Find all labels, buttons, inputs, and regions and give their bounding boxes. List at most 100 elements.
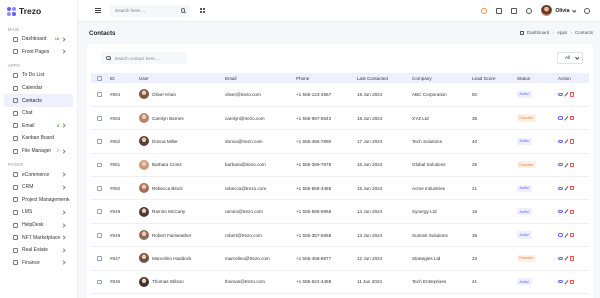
delete-trash-icon[interactable]	[570, 115, 574, 121]
row-checkbox[interactable]	[97, 186, 102, 191]
sidebar-item-chat[interactable]: Chat	[4, 107, 73, 120]
edit-pencil-icon[interactable]	[564, 139, 569, 144]
edit-pencil-icon[interactable]	[564, 92, 569, 97]
edit-pencil-icon[interactable]	[564, 279, 569, 284]
table-row[interactable]: #849 Robert Fairweather robert@trezo.com…	[91, 223, 589, 248]
col-header-id[interactable]: ID	[110, 73, 139, 83]
col-header-company[interactable]: Company	[412, 73, 472, 83]
edit-pencil-icon[interactable]	[564, 209, 569, 214]
table-row[interactable]: #850 Rebecca Block rebecca@trezo.com +1 …	[91, 176, 589, 201]
breadcrumb-dashboard[interactable]: Dashboard	[527, 30, 549, 35]
sidebar-item-finance[interactable]: Finance	[4, 257, 73, 270]
sidebar-item-helpdesk[interactable]: HelpDesk	[4, 219, 73, 232]
delete-trash-icon[interactable]	[570, 279, 574, 284]
contact-user[interactable]: Thomas Wilson	[139, 276, 225, 287]
language-icon[interactable]	[496, 7, 503, 14]
table-row[interactable]: #846 Thomas Wilson thomas@trezo.com +1 5…	[91, 270, 589, 295]
edit-pencil-icon[interactable]	[564, 256, 569, 261]
contact-user[interactable]: Robert Fairweather	[139, 230, 225, 241]
contact-email[interactable]: carolyn@trezo.com	[225, 106, 296, 131]
contact-email[interactable]: ramiro@trezo.com	[225, 199, 296, 224]
sidebar-item-calendar[interactable]: Calendar	[4, 82, 73, 95]
table-row[interactable]: #852 Donna Miller donna@trezo.com +1 555…	[91, 129, 589, 154]
contact-email[interactable]: oliver@trezo.com	[225, 83, 296, 107]
contact-user[interactable]: Barbara Cross	[139, 159, 225, 170]
delete-trash-icon[interactable]	[570, 139, 574, 144]
row-checkbox[interactable]	[97, 256, 102, 262]
view-eye-icon[interactable]	[558, 256, 563, 261]
row-checkbox[interactable]	[97, 139, 102, 145]
sidebar-item-project-management[interactable]: Project Management	[4, 194, 73, 207]
table-row[interactable]: #854 Oliver Khan oliver@trezo.com +1 555…	[91, 83, 589, 107]
contact-user[interactable]: Donna Miller	[139, 136, 225, 147]
table-row[interactable]: #851 Barbara Cross barbara@trezo.com +1 …	[91, 153, 589, 178]
view-eye-icon[interactable]	[558, 233, 563, 237]
row-checkbox[interactable]	[97, 115, 102, 121]
contact-user[interactable]: Carolyn Barnes	[139, 113, 225, 124]
sidebar-item-email[interactable]: Email 3	[4, 120, 73, 133]
table-row[interactable]: #853 Carolyn Barnes carolyn@trezo.com +1…	[91, 106, 589, 131]
col-header-last-contacted[interactable]: Last Contacted	[357, 73, 412, 83]
row-checkbox[interactable]	[97, 232, 102, 238]
sidebar-item-lms[interactable]: LMS	[4, 206, 73, 219]
user-menu[interactable]: Olivia	[541, 5, 576, 16]
col-header-email[interactable]: Email	[225, 73, 296, 83]
contact-user[interactable]: Rebecca Block	[139, 183, 225, 194]
global-search-input[interactable]: Search here.....	[110, 4, 190, 17]
view-eye-icon[interactable]	[558, 280, 563, 284]
col-header-lead-score[interactable]: Lead Score	[472, 73, 517, 83]
row-checkbox[interactable]	[97, 92, 102, 98]
row-checkbox[interactable]	[97, 162, 102, 168]
menu-toggle-icon[interactable]	[95, 8, 101, 13]
col-header-user[interactable]: User	[139, 73, 225, 83]
delete-trash-icon[interactable]	[570, 186, 574, 191]
table-row[interactable]: #847 Marcelino Haddock marcelino@trezo.c…	[91, 246, 589, 271]
view-eye-icon[interactable]	[558, 92, 563, 97]
sidebar-item-front-pages[interactable]: Front Pages	[4, 46, 73, 59]
delete-trash-icon[interactable]	[570, 256, 574, 261]
view-eye-icon[interactable]	[558, 139, 563, 144]
theme-toggle-icon[interactable]	[481, 7, 488, 14]
status-filter-select[interactable]: All	[557, 52, 583, 64]
notification-bell-icon[interactable]	[526, 7, 533, 14]
sidebar-item-real-estate[interactable]: Real Estate	[4, 244, 73, 257]
delete-trash-icon[interactable]	[570, 162, 574, 167]
edit-pencil-icon[interactable]	[564, 186, 569, 191]
sidebar-item-dashboard[interactable]: Dashboard 18	[4, 33, 73, 46]
select-all-checkbox[interactable]	[97, 75, 102, 81]
col-header-phone[interactable]: Phone	[296, 73, 357, 83]
contact-user[interactable]: Oliver Khan	[139, 89, 225, 100]
fullscreen-icon[interactable]	[511, 7, 518, 14]
row-checkbox[interactable]	[97, 279, 102, 285]
contact-user[interactable]: Ramiro McCarty	[139, 206, 225, 217]
apps-grid-icon[interactable]	[200, 8, 205, 13]
edit-pencil-icon[interactable]	[564, 232, 569, 238]
sidebar-item-kanban-board[interactable]: Kanban Board	[4, 132, 73, 145]
view-eye-icon[interactable]	[558, 186, 563, 190]
edit-pencil-icon[interactable]	[564, 115, 569, 121]
sidebar-item-crm[interactable]: CRM	[4, 181, 73, 194]
edit-pencil-icon[interactable]	[564, 162, 569, 168]
delete-trash-icon[interactable]	[570, 92, 574, 97]
sidebar-item-file-manager[interactable]: File Manager 7	[4, 145, 73, 158]
sidebar-item-ecommerce[interactable]: eCommerce	[4, 168, 73, 181]
view-eye-icon[interactable]	[558, 163, 563, 167]
view-eye-icon[interactable]	[558, 210, 563, 214]
contact-email[interactable]: robert@trezo.com	[225, 223, 296, 248]
contact-email[interactable]: barbara@trezo.com	[225, 153, 296, 178]
contact-search-input[interactable]: Search contact here....	[101, 52, 187, 64]
app-logo[interactable]: Trezo	[0, 0, 77, 22]
view-eye-icon[interactable]	[558, 116, 563, 120]
breadcrumb-apps[interactable]: Apps	[557, 30, 567, 35]
contact-email[interactable]: rebecca@trezo.com	[225, 176, 296, 201]
contact-email[interactable]: donna@trezo.com	[225, 129, 296, 154]
search-icon[interactable]	[180, 8, 185, 13]
contact-user[interactable]: Marcelino Haddock	[139, 253, 225, 264]
contact-email[interactable]: marcelino@trezo.com	[225, 246, 296, 271]
sidebar-item-contacts[interactable]: Contacts	[4, 94, 73, 107]
sidebar-item-to-do-list[interactable]: To Do List	[4, 69, 73, 82]
col-header-status[interactable]: Status	[517, 73, 558, 83]
contact-email[interactable]: thomas@trezo.com	[225, 270, 296, 295]
row-checkbox[interactable]	[97, 209, 102, 215]
settings-gear-icon[interactable]	[584, 7, 590, 14]
